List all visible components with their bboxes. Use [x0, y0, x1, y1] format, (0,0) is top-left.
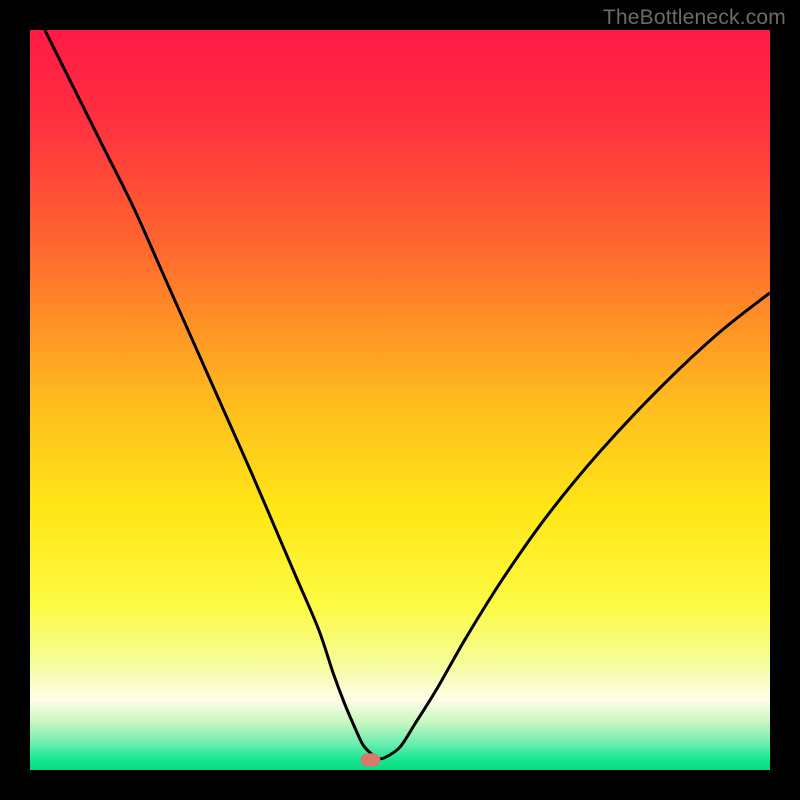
bottleneck-curve	[30, 30, 770, 770]
plot-area	[30, 30, 770, 770]
watermark-text: TheBottleneck.com	[603, 6, 786, 30]
curve-path	[45, 30, 770, 759]
chart-stage: TheBottleneck.com	[0, 0, 800, 800]
optimal-point-marker	[361, 753, 380, 766]
